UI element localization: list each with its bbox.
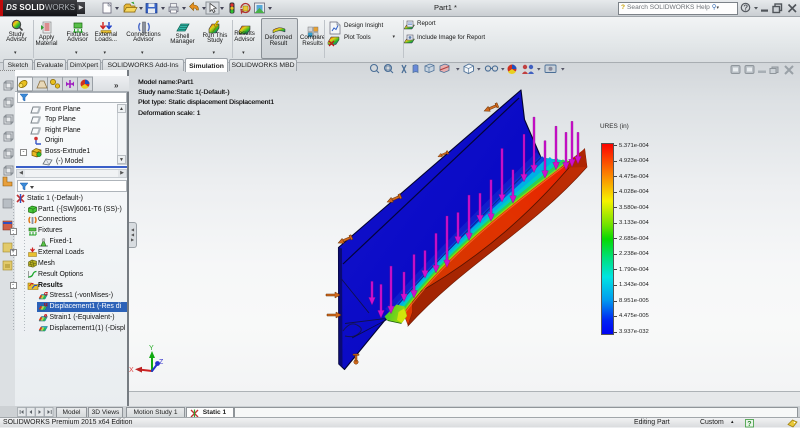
svg-text:σ: σ [44, 291, 48, 297]
svg-text:Z: Z [159, 359, 164, 366]
svg-text:Y: Y [149, 345, 154, 352]
svg-text:X: X [129, 367, 134, 374]
svg-text:u: u [44, 302, 48, 308]
svg-text:»: » [114, 81, 119, 90]
svg-text:?: ? [747, 420, 751, 427]
